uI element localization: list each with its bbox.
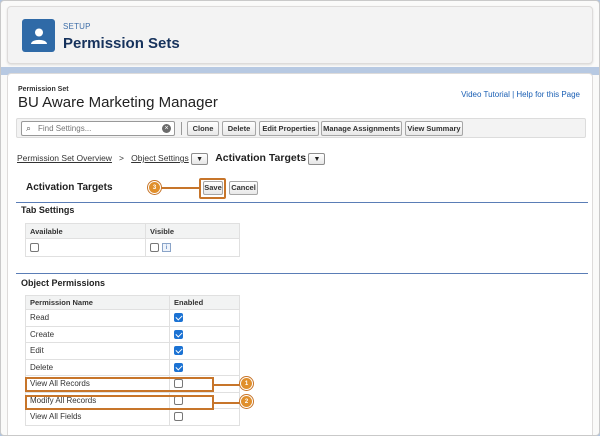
breadcrumb-overview-link[interactable]: Permission Set Overview (17, 153, 112, 163)
enabled-checkbox[interactable] (174, 412, 183, 422)
object-settings-dropdown[interactable]: ▼ (191, 152, 209, 165)
manage-assignments-button[interactable]: Manage Assignments (321, 121, 402, 136)
enabled-cell (169, 358, 240, 376)
permission-name-cell: Delete (25, 358, 170, 376)
enabled-cell (169, 325, 240, 343)
cancel-button[interactable]: Cancel (229, 181, 258, 195)
enabled-checkbox[interactable] (174, 362, 183, 372)
visible-checkbox[interactable] (150, 243, 159, 253)
callout-3: 3 (148, 181, 161, 194)
breadcrumb-current: Activation Targets (215, 152, 307, 164)
save-highlight (199, 178, 226, 199)
section-divider (16, 273, 588, 274)
col-enabled: Enabled (169, 295, 240, 310)
enabled-checkbox[interactable] (174, 329, 183, 339)
clear-search-icon[interactable]: × (162, 124, 171, 133)
enabled-cell (169, 342, 240, 360)
enabled-cell (169, 309, 240, 327)
enabled-checkbox[interactable] (174, 346, 183, 356)
available-cell (25, 238, 146, 257)
breadcrumb-separator: > (119, 153, 125, 163)
view-all-records-highlight (25, 377, 214, 392)
table-row: Read (25, 309, 240, 327)
tab-settings-title: Tab Settings (21, 205, 75, 215)
callout-2: 2 (240, 395, 253, 408)
user-icon (22, 19, 55, 52)
permission-set-label: Permission Set (18, 86, 69, 93)
enabled-cell (169, 408, 240, 426)
permission-name-cell: Edit (25, 342, 170, 360)
header-eyebrow: SETUP (63, 22, 91, 31)
clone-button[interactable]: Clone (187, 121, 219, 136)
info-icon[interactable]: i (162, 243, 171, 253)
main-panel: Permission Set BU Aware Marketing Manage… (7, 73, 593, 435)
table-row: Edit (25, 342, 240, 360)
col-visible: Visible (145, 223, 240, 239)
callout-line-2 (214, 402, 242, 404)
visible-cell: i (145, 238, 240, 257)
col-permission-name: Permission Name (25, 295, 170, 310)
activation-targets-dropdown[interactable]: ▼ (308, 152, 326, 165)
table-row: Create (25, 325, 240, 343)
permission-set-name: BU Aware Marketing Manager (18, 94, 218, 111)
section-title: Activation Targets (26, 182, 113, 193)
permission-name-cell: Read (25, 309, 170, 327)
app-frame: SETUP Permission Sets Permission Set BU … (0, 0, 600, 436)
find-settings-search[interactable]: ⌕ × (21, 121, 175, 136)
edit-properties-button[interactable]: Edit Properties (259, 121, 319, 136)
available-checkbox[interactable] (30, 243, 39, 253)
chevron-down-icon: ▼ (313, 155, 321, 163)
toolbar-divider (181, 122, 182, 135)
view-summary-button[interactable]: View Summary (405, 121, 463, 136)
page-header: SETUP Permission Sets (7, 6, 593, 64)
section-divider (16, 202, 588, 203)
toolbar: ⌕ × Clone Delete Edit Properties Manage … (16, 118, 586, 138)
table-row: Delete (25, 358, 240, 376)
modify-all-records-highlight (25, 395, 214, 410)
permission-name-cell: Create (25, 325, 170, 343)
enabled-checkbox[interactable] (174, 313, 183, 323)
callout-line-1 (214, 384, 242, 386)
help-links[interactable]: Video Tutorial | Help for this Page (461, 90, 580, 99)
object-permissions-title: Object Permissions (21, 278, 106, 288)
callout-1: 1 (240, 377, 253, 390)
breadcrumb-object-settings-link[interactable]: Object Settings (131, 153, 189, 163)
chevron-down-icon: ▼ (196, 155, 204, 163)
table-row: View All Fields (25, 408, 240, 426)
permission-name-cell: View All Fields (25, 408, 170, 426)
col-available: Available (25, 223, 146, 239)
breadcrumb: Permission Set Overview > Object Setting… (17, 152, 326, 165)
search-input[interactable] (38, 123, 156, 134)
tab-settings-table: Available Visible i (25, 223, 240, 257)
delete-button[interactable]: Delete (222, 121, 256, 136)
page-title: Permission Sets (63, 35, 180, 52)
search-icon: ⌕ (26, 123, 32, 133)
